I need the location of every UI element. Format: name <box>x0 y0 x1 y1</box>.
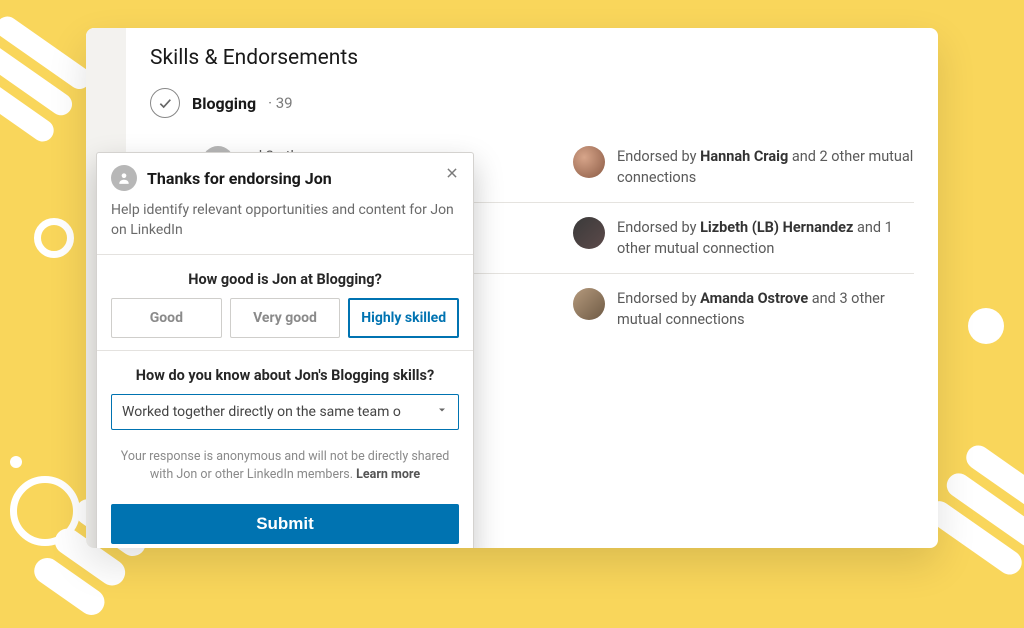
option-highly-skilled[interactable]: Highly skilled <box>348 298 459 338</box>
rating-options: Good Very good Highly skilled <box>111 298 459 338</box>
decor-ring-2 <box>10 476 80 546</box>
skills-card: Skills & Endorsements Blogging · 39 nd 3… <box>86 28 938 548</box>
skill-rating-question: How good is Jon at Blogging? <box>111 271 459 288</box>
learn-more-link[interactable]: Learn more <box>356 467 420 482</box>
avatar[interactable] <box>573 146 605 178</box>
disclaimer-text: Your response is anonymous and will not … <box>97 436 473 498</box>
chevron-down-icon <box>436 404 448 420</box>
close-button[interactable] <box>441 163 463 185</box>
modal-subtitle: Help identify relevant opportunities and… <box>111 201 459 240</box>
endorsement-text-right: Endorsed by Amanda Ostrove and 3 other m… <box>617 288 914 330</box>
endorsement-text-right: Endorsed by Lizbeth (LB) Hernandez and 1… <box>617 217 914 259</box>
person-icon <box>111 165 137 191</box>
skill-name[interactable]: Blogging <box>192 94 256 113</box>
skill-count: · 39 <box>268 94 293 112</box>
option-very-good[interactable]: Very good <box>230 298 341 338</box>
skill-header: Blogging · 39 <box>150 88 914 118</box>
select-value: Worked together directly on the same tea… <box>122 404 428 420</box>
close-icon <box>445 165 459 184</box>
endorse-modal: Thanks for endorsing Jon Help identify r… <box>96 152 474 548</box>
option-good[interactable]: Good <box>111 298 222 338</box>
relationship-select[interactable]: Worked together directly on the same tea… <box>111 394 459 430</box>
section-title: Skills & Endorsements <box>150 46 914 70</box>
avatar[interactable] <box>573 217 605 249</box>
decor-ring-1 <box>34 218 74 258</box>
checkmark-icon <box>150 88 180 118</box>
endorsement-text-right: Endorsed by Hannah Craig and 2 other mut… <box>617 146 914 188</box>
modal-title: Thanks for endorsing Jon <box>147 169 332 188</box>
decor-dot-1 <box>968 308 1004 344</box>
relationship-question: How do you know about Jon's Blogging ski… <box>111 367 459 384</box>
avatar[interactable] <box>573 288 605 320</box>
submit-button[interactable]: Submit <box>111 504 459 544</box>
decor-dot-2 <box>10 456 22 468</box>
